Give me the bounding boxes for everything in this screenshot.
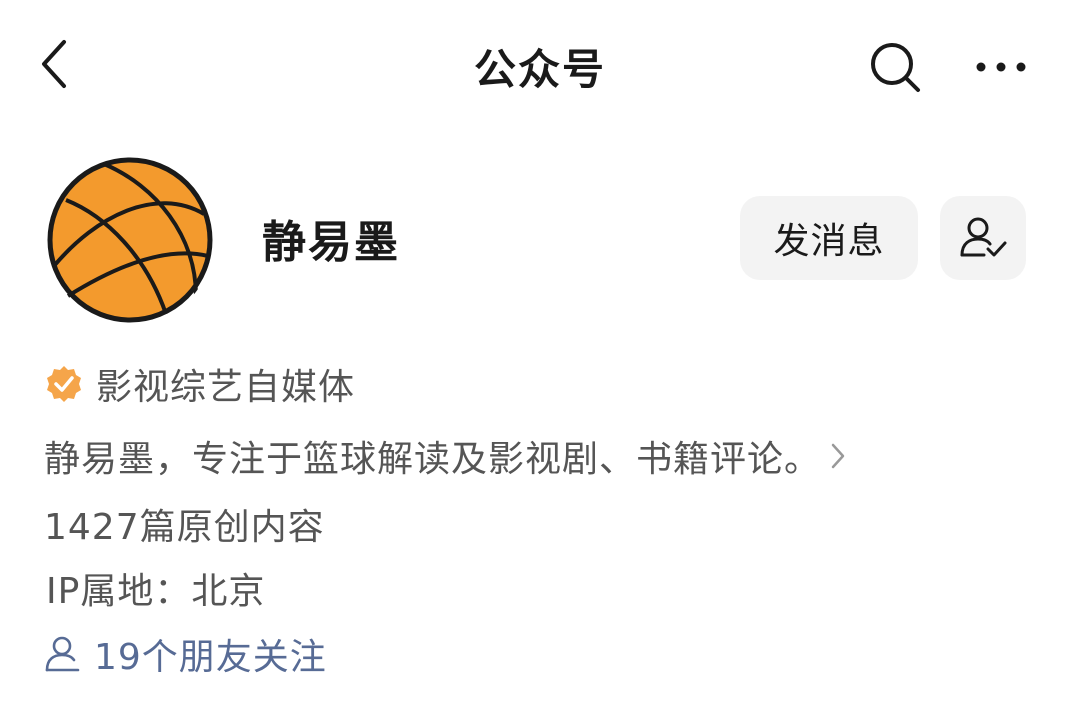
search-icon <box>871 43 920 92</box>
verification-label: 影视综艺自媒体 <box>96 367 356 408</box>
verified-badge-icon <box>47 366 81 402</box>
friends-following-row[interactable]: 19个朋友关注 <box>44 628 327 680</box>
search-button[interactable] <box>864 36 926 98</box>
friends-following-label: 19个朋友关注 <box>94 637 327 678</box>
chevron-right-icon <box>829 441 847 471</box>
user-outline-icon <box>45 636 80 672</box>
follow-button[interactable] <box>940 196 1026 280</box>
send-message-button[interactable]: 发消息 <box>740 196 918 280</box>
account-description: 静易墨，专注于篮球解读及影视剧、书籍评论。 <box>44 439 822 480</box>
account-profile-page: 公众号 静易墨 发消息 影视综艺自媒体 静易墨，专注于篮球解读及影视剧、书籍评论… <box>0 0 1080 702</box>
more-options-button[interactable] <box>970 36 1032 98</box>
account-name: 静易墨 <box>262 217 400 268</box>
ip-location: IP属地：北京 <box>46 571 266 612</box>
more-dots-icon <box>976 62 1026 72</box>
verification-row: 影视综艺自媒体 <box>44 358 355 410</box>
top-nav-bar: 公众号 <box>0 0 1080 130</box>
basketball-avatar[interactable] <box>46 156 214 324</box>
description-row[interactable]: 静易墨，专注于篮球解读及影视剧、书籍评论。 <box>44 430 847 482</box>
original-articles-count: 1427篇原创内容 <box>44 507 325 548</box>
user-check-icon <box>960 217 1007 257</box>
